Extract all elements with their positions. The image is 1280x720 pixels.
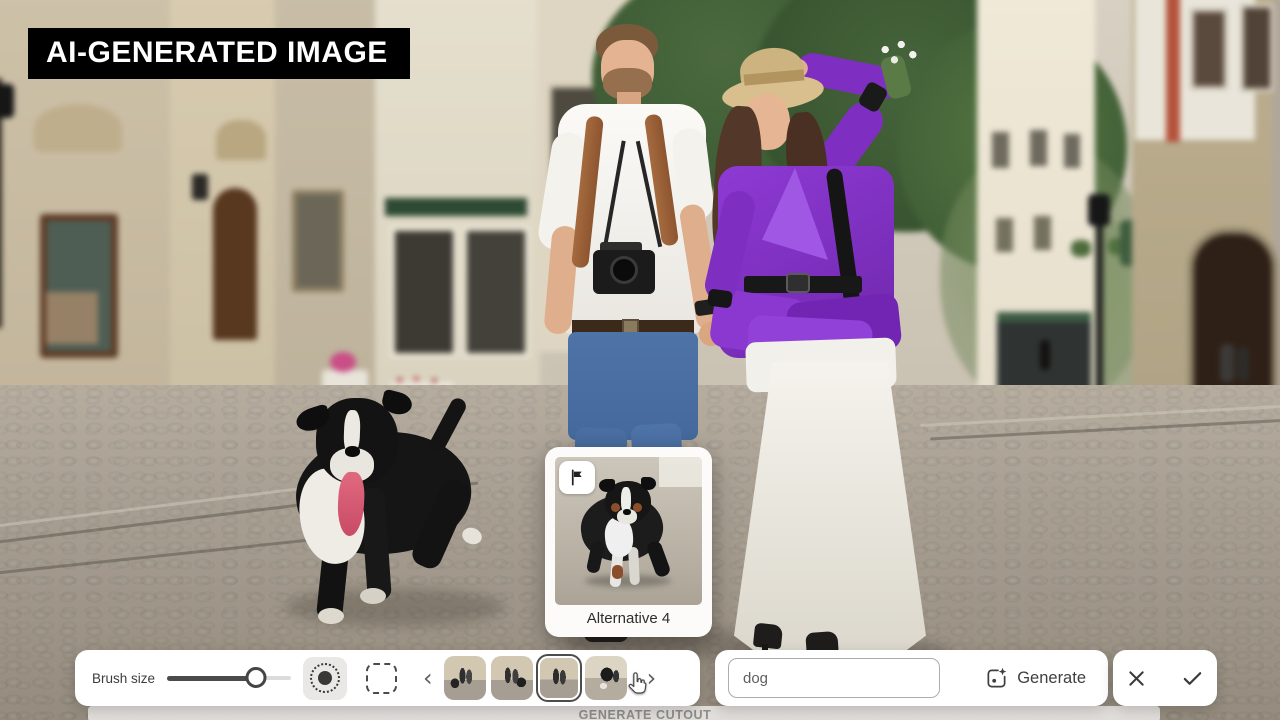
prompt-input[interactable] — [728, 658, 940, 698]
pediment — [34, 104, 122, 152]
dog-nose — [345, 446, 360, 457]
alternative-label: Alternative 4 — [545, 610, 712, 627]
woman-heel-1 — [753, 623, 783, 650]
window-6a — [992, 132, 1009, 168]
lamppost-head — [1088, 194, 1110, 226]
woman-cuff-down — [707, 288, 733, 308]
slider-fill — [167, 676, 256, 681]
pink-flowers — [330, 352, 356, 372]
pediment-2 — [216, 120, 266, 160]
brush-size-slider[interactable] — [167, 667, 291, 689]
thumbnail-figures — [540, 658, 578, 698]
generate-cutout-tooltip: GENERATE CUTOUT — [560, 708, 730, 720]
window-7b — [1240, 4, 1274, 92]
flower-basket-1 — [1071, 240, 1091, 257]
red-pilaster — [1166, 0, 1180, 142]
pedestrian-2 — [1237, 347, 1249, 381]
window-7a — [1190, 8, 1228, 90]
preview-dog-ear-1 — [599, 479, 615, 492]
marquee-tool-button[interactable] — [359, 657, 403, 700]
window-3 — [292, 190, 344, 292]
brush-tool-button[interactable] — [303, 657, 347, 700]
man-jeans-hip — [568, 332, 698, 440]
pedestrian-1 — [1220, 344, 1234, 382]
variation-thumbnail-2[interactable] — [491, 656, 533, 700]
brush-icon — [310, 663, 340, 693]
variation-thumbnail-1[interactable] — [444, 656, 486, 700]
dog-paw-1 — [318, 608, 344, 624]
window-6e — [1034, 216, 1051, 250]
confirm-panel — [1113, 650, 1217, 706]
close-icon — [1126, 668, 1147, 689]
preview-dog-shadow — [585, 575, 671, 587]
generate-label: Generate — [1017, 669, 1086, 688]
hand-cursor-icon — [624, 670, 651, 702]
alternative-preview-image — [555, 457, 702, 605]
firewood-niche — [46, 292, 98, 344]
report-flag-button[interactable] — [559, 461, 595, 494]
generate-icon — [985, 667, 1008, 690]
shop-sign — [385, 198, 527, 216]
preview-dog-leg-tan — [612, 565, 623, 579]
brown-door — [213, 188, 257, 340]
ai-generated-badge: AI-GENERATED IMAGE — [28, 28, 410, 79]
confirm-button[interactable] — [1177, 663, 1208, 694]
variation-thumbnail-4-hovered[interactable] — [585, 656, 627, 700]
wall-lamp — [192, 174, 208, 200]
generate-button[interactable]: Generate — [979, 666, 1092, 691]
preview-dog-ear-2 — [641, 477, 656, 490]
carousel-prev-button[interactable]: ‹ — [417, 666, 439, 690]
window-6c — [1064, 134, 1080, 168]
prompt-panel: Generate — [715, 650, 1108, 706]
preview-dog-leg-white-2 — [628, 547, 640, 585]
window-6b — [1030, 130, 1047, 166]
person-in-shop — [1040, 340, 1050, 370]
cancel-button[interactable] — [1122, 664, 1151, 693]
bouquet-flowers — [876, 36, 922, 70]
shop-window-2 — [462, 226, 530, 358]
window-6d — [996, 218, 1013, 252]
dog-paw-2 — [360, 588, 386, 604]
shop-window-1 — [390, 226, 458, 358]
edit-toolbar: Brush size ‹ › — [75, 650, 700, 706]
preview-dog-nose — [623, 509, 631, 515]
thumbnail-figures — [491, 656, 533, 700]
alternative-popup: Alternative 4 — [545, 447, 712, 637]
slider-knob[interactable] — [246, 667, 267, 688]
thumbnail-figures — [585, 656, 627, 700]
chevron-left-icon: ‹ — [423, 664, 433, 692]
app-screen: AI-GENERATED IMAGE — [0, 0, 1280, 720]
marquee-icon — [366, 663, 397, 694]
checkmark-icon — [1181, 667, 1204, 690]
jacket-buckle — [786, 273, 810, 293]
preview-dog-rear-leg — [645, 540, 671, 579]
variation-thumbnail-3-selected[interactable] — [538, 656, 580, 700]
camera-lens — [610, 256, 638, 284]
lantern-left — [0, 84, 14, 118]
flag-icon — [568, 468, 587, 487]
preview-bg-planter — [659, 457, 702, 487]
brush-size-label: Brush size — [92, 671, 155, 686]
thumbnail-figures — [444, 656, 486, 700]
